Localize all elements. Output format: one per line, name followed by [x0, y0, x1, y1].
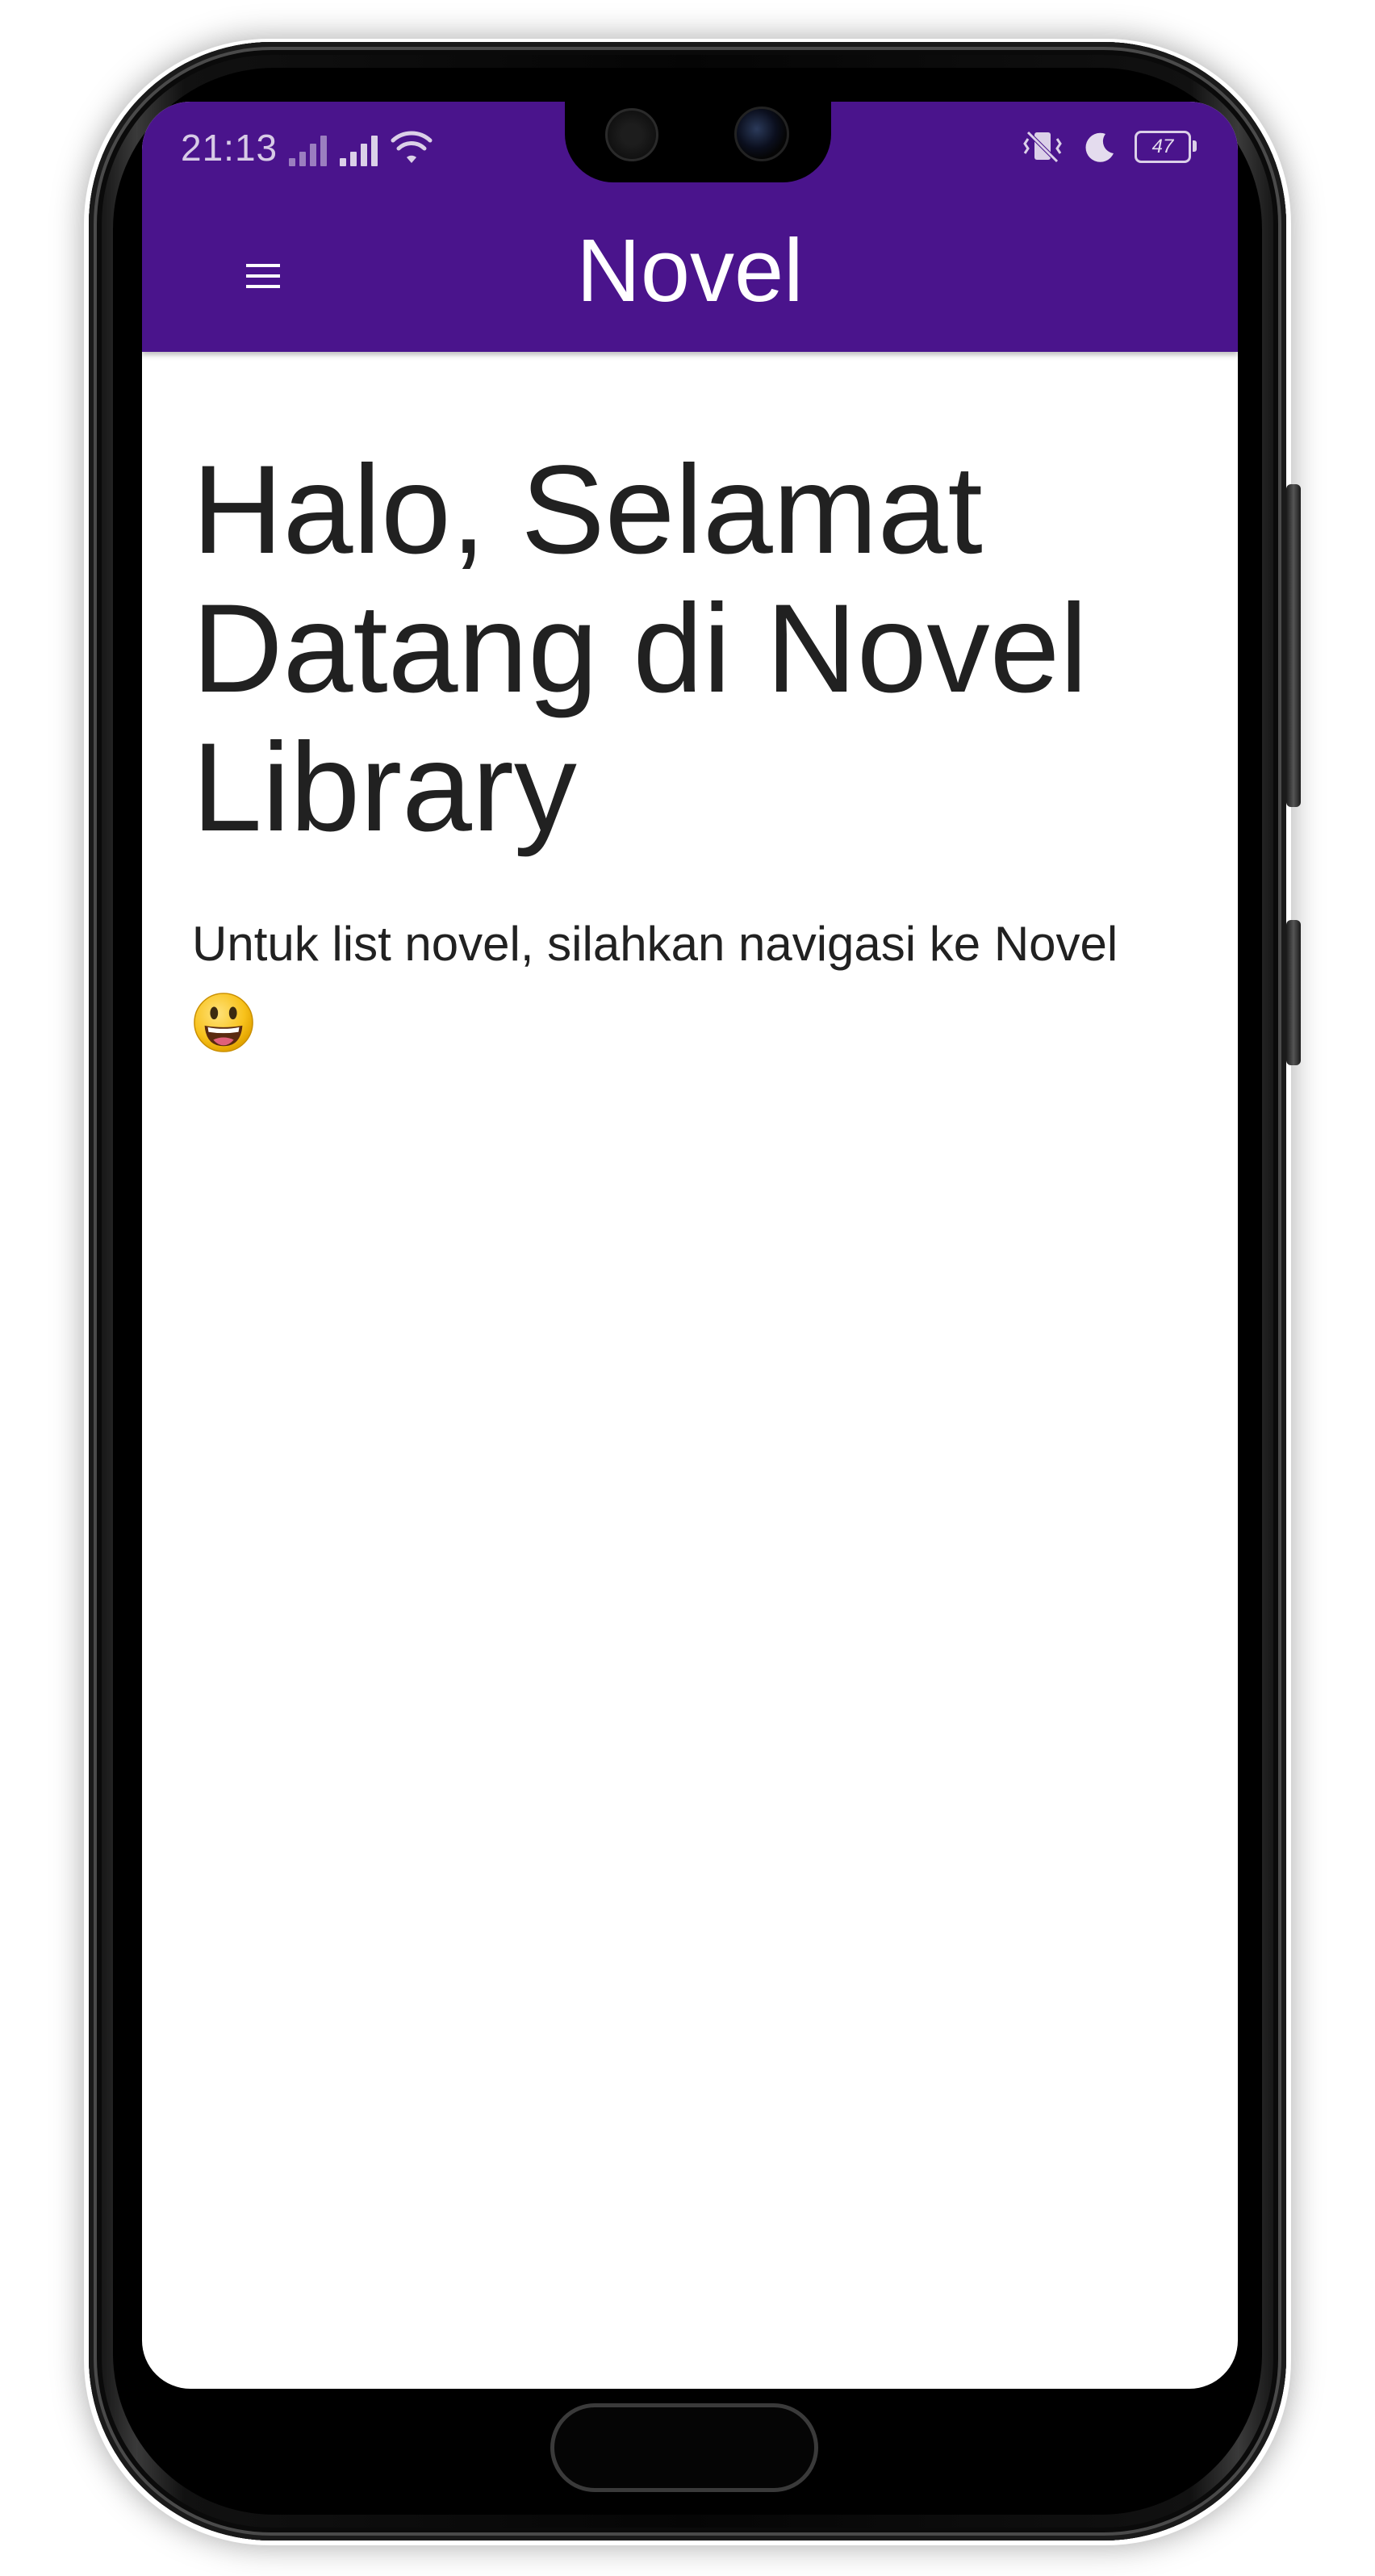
home-button[interactable]: [550, 2403, 818, 2492]
app-screen: 21:13 47 Novel Halo, Selamat Datang di N…: [142, 102, 1238, 2389]
battery-level: 47: [1151, 136, 1174, 157]
speaker-icon: [605, 108, 658, 161]
status-right-icons: 47: [1022, 129, 1197, 165]
app-bar: 21:13 47 Novel: [142, 102, 1238, 352]
moon-icon: [1085, 132, 1114, 162]
vibrate-icon: [1023, 131, 1062, 163]
welcome-heading: Halo, Selamat Datang di Novel Library: [192, 440, 1088, 858]
grinning-face-emoji-icon: [194, 993, 253, 1052]
status-left-icons: [289, 131, 433, 166]
battery-icon: 47: [1135, 131, 1197, 163]
status-time: 21:13: [181, 127, 278, 169]
main-content: Halo, Selamat Datang di Novel Library Un…: [192, 441, 1193, 1054]
welcome-body: Untuk list novel, silahkan navigasi ke N…: [192, 905, 1193, 1054]
camera-icon: [734, 107, 789, 161]
no-sim-signal-icon: [289, 134, 327, 166]
wifi-icon: [391, 131, 433, 163]
signal-icon: [340, 134, 378, 166]
welcome-body-text: Untuk list novel, silahkan navigasi ke N…: [192, 917, 1118, 971]
device-mockup: 21:13 47 Novel Halo, Selamat Datang di N…: [0, 0, 1375, 2576]
power-button: [1286, 920, 1301, 1065]
camera-notch: [565, 102, 831, 182]
volume-button: [1286, 484, 1301, 807]
app-title: Novel: [576, 221, 804, 320]
